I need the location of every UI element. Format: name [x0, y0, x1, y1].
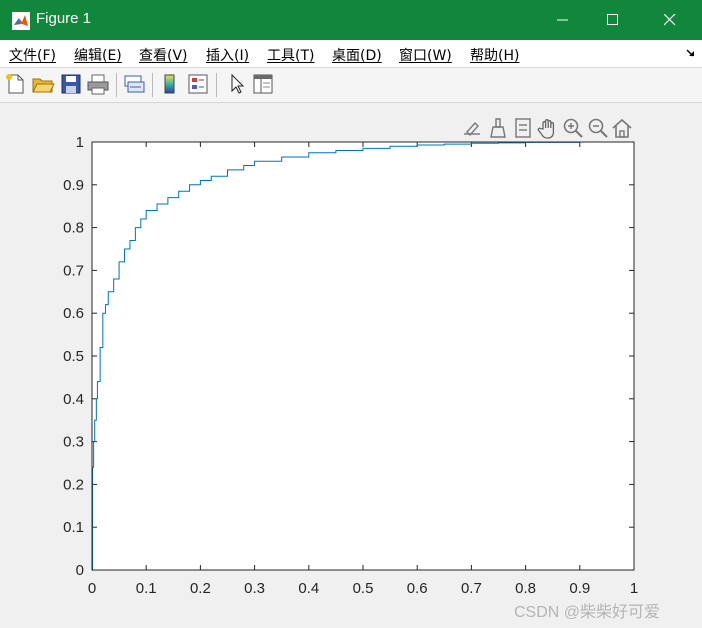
x-tick-label: 0.4: [298, 580, 319, 597]
x-tick-label: 0.3: [244, 580, 265, 597]
x-tick-label: 0.2: [190, 580, 211, 597]
y-tick-label: 0.7: [63, 262, 84, 279]
y-tick-label: 0.2: [63, 476, 84, 493]
watermark-text: CSDN @柴柴好可爱: [514, 604, 661, 621]
y-tick-label: 0.4: [63, 391, 84, 408]
y-tick-label: 0: [76, 562, 84, 579]
y-tick-label: 0.6: [63, 305, 84, 322]
y-tick-label: 1: [76, 134, 84, 151]
y-tick-label: 0.8: [63, 220, 84, 237]
figure-plot-area[interactable]: 0 0.1 0.2 0.3 0.4 0.5 0.6 0.7 0.8 0.9 1 0 0.1 0.2 0.3 0…: [0, 0, 702, 628]
x-tick-label: 0: [88, 580, 96, 597]
x-tick-label: 0.1: [136, 580, 157, 597]
x-tick-label: 0.6: [407, 580, 428, 597]
x-tick-label: 0.8: [515, 580, 536, 597]
x-tick-label: 0.7: [461, 580, 482, 597]
y-tick-label: 0.1: [63, 519, 84, 536]
y-tick-label: 0.5: [63, 348, 84, 365]
y-tick-label: 0.3: [63, 434, 84, 451]
x-tick-label: 0.5: [353, 580, 374, 597]
y-tick-label: 0.9: [63, 177, 84, 194]
x-tick-label: 1: [630, 580, 638, 597]
x-tick-label: 0.9: [569, 580, 590, 597]
axes-background[interactable]: [92, 142, 634, 570]
